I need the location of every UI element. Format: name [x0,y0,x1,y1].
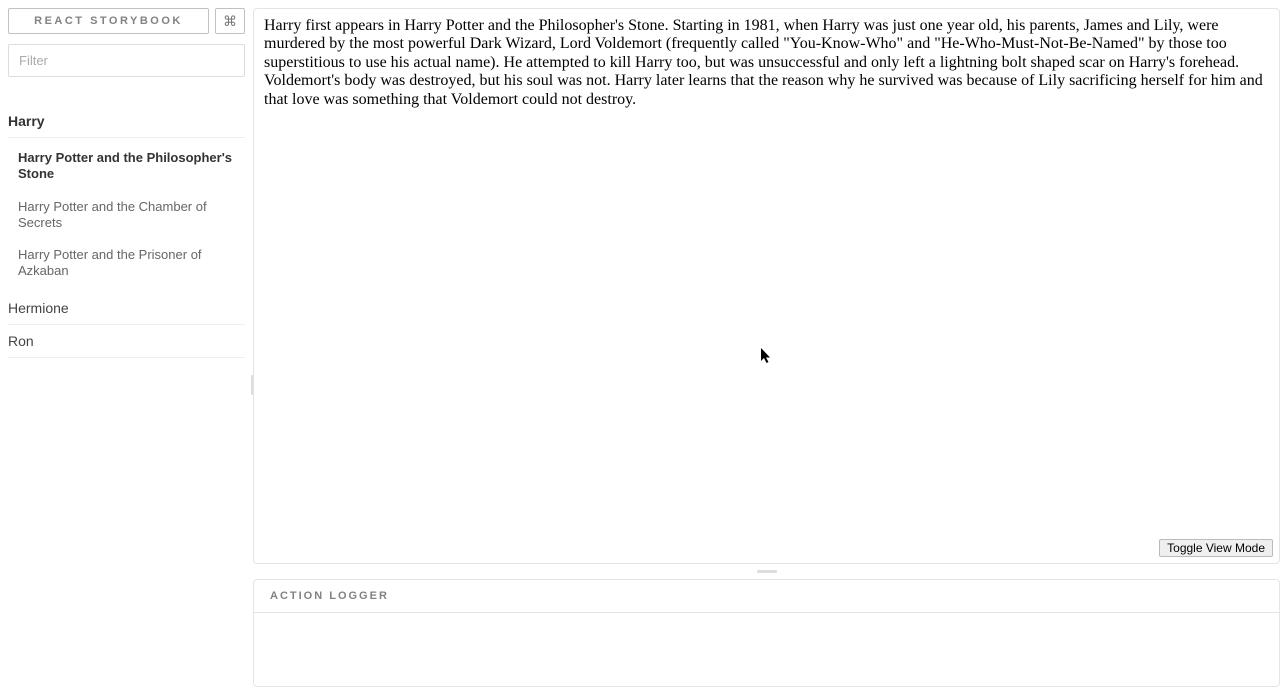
action-logger-panel: ACTION LOGGER [253,579,1280,687]
story-list-harry: Harry Potter and the Philosopher's Stone… [8,138,245,292]
preview-panel: Harry first appears in Harry Potter and … [253,8,1280,564]
shortcuts-button[interactable]: ⌘ [215,8,245,34]
main-area: Harry first appears in Harry Potter and … [253,0,1284,691]
sidebar-group-harry[interactable]: Harry [8,105,245,138]
logo-button[interactable]: REACT STORYBOOK [8,8,209,34]
filter-input[interactable] [8,44,245,77]
sidebar-group-ron[interactable]: Ron [8,325,245,358]
sidebar-group-hermione[interactable]: Hermione [8,292,245,325]
action-logger-header: ACTION LOGGER [254,580,1279,613]
story-item[interactable]: Harry Potter and the Prisoner of Azkaban [18,239,245,288]
sidebar: REACT STORYBOOK ⌘ Harry Harry Potter and… [0,0,253,691]
toggle-view-mode-button[interactable]: Toggle View Mode [1159,539,1273,557]
preview-body: Harry first appears in Harry Potter and … [254,9,1279,117]
story-item[interactable]: Harry Potter and the Chamber of Secrets [18,191,245,240]
horizontal-resize-handle[interactable] [253,568,1280,575]
story-item[interactable]: Harry Potter and the Philosopher's Stone [18,142,245,191]
